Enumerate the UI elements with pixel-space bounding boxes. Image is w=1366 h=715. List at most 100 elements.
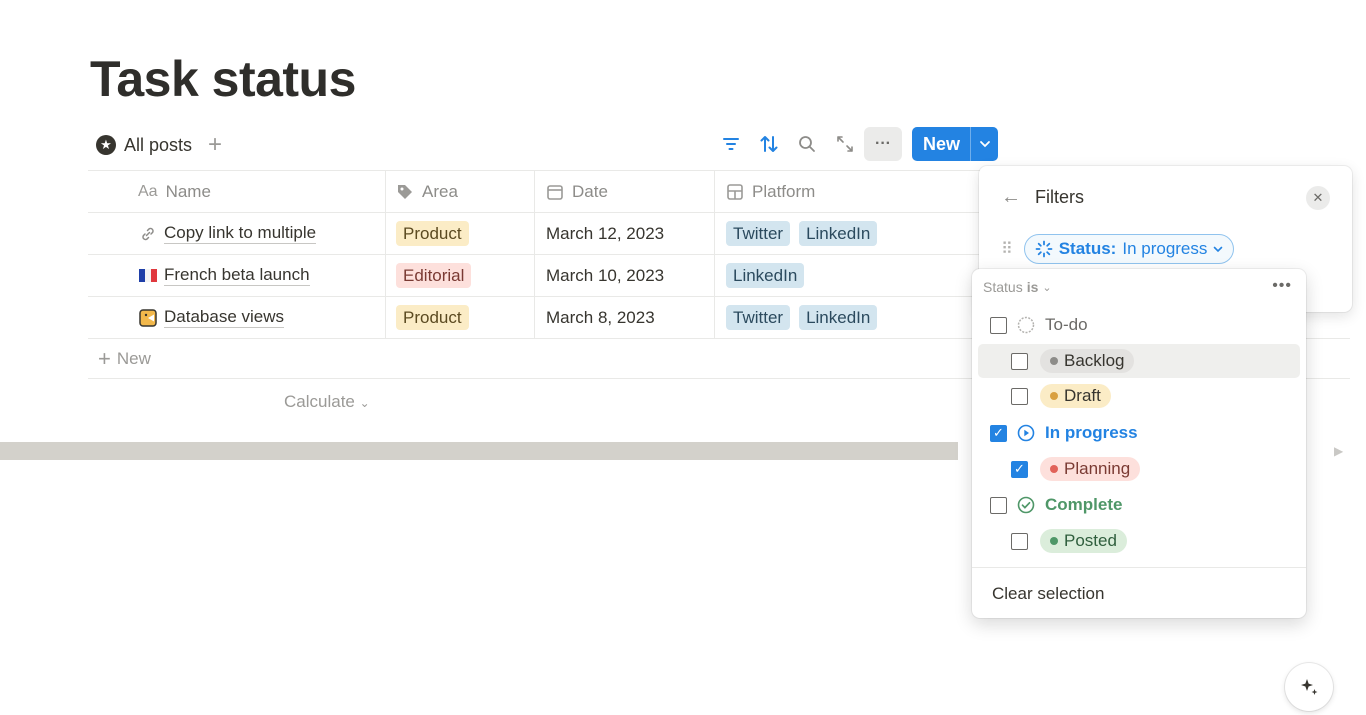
chip-value: In progress — [1122, 239, 1208, 258]
column-header-area[interactable]: Area — [386, 171, 535, 212]
link-icon — [136, 226, 160, 242]
more-options-icon[interactable]: ••• — [1272, 277, 1292, 295]
search-button[interactable] — [788, 127, 826, 161]
area-cell[interactable]: Product — [386, 297, 535, 338]
ai-assistant-button[interactable] — [1285, 663, 1333, 711]
date-value: March 8, 2023 — [546, 307, 655, 327]
pacman-icon — [136, 308, 160, 327]
status-group-in-progress[interactable]: ✓ In progress — [978, 416, 1300, 450]
status-dot — [1050, 537, 1058, 545]
status-filter-chip[interactable]: Status: In progress — [1023, 234, 1235, 264]
row-title[interactable]: French beta launch — [164, 265, 310, 286]
name-cell[interactable]: Database views — [88, 297, 386, 338]
multi-select-icon — [726, 183, 744, 201]
new-button[interactable]: New — [912, 127, 999, 161]
checkbox[interactable] — [1011, 352, 1028, 370]
calculate-label: Calculate — [284, 392, 355, 411]
platform-tag: Twitter — [726, 305, 791, 330]
checkbox[interactable] — [990, 316, 1007, 334]
tag-icon — [396, 183, 414, 201]
name-cell[interactable]: Copy link to multiple — [88, 213, 386, 254]
chevron-down-icon — [1214, 246, 1223, 252]
area-cell[interactable]: Product — [386, 213, 535, 254]
status-dot — [1050, 465, 1058, 473]
search-icon — [799, 136, 815, 152]
filters-header: ← Filters — [1001, 186, 1084, 209]
chevron-down-icon: ⌄ — [1042, 281, 1052, 294]
new-button-label[interactable]: New — [912, 127, 970, 161]
back-arrow-icon[interactable]: ← — [1001, 186, 1021, 209]
horizontal-scrollbar[interactable] — [0, 442, 958, 460]
loading-status-icon — [1035, 240, 1053, 258]
todo-circle-icon — [1017, 316, 1035, 334]
status-tag: Posted — [1040, 529, 1127, 553]
column-header-date[interactable]: Date — [535, 171, 715, 212]
sort-button[interactable] — [750, 127, 788, 161]
tab-label: All posts — [124, 134, 193, 155]
more-icon: ··· — [875, 135, 891, 152]
dropdown-header[interactable]: Status is ⌄ — [983, 279, 1052, 295]
filter-row: ⠿ Status: In progress — [1001, 234, 1235, 264]
calculate-button[interactable]: Calculate ⌄ — [284, 392, 370, 412]
status-tag: Backlog — [1040, 349, 1135, 373]
row-title[interactable]: Copy link to multiple — [164, 223, 317, 244]
date-cell[interactable]: March 10, 2023 — [535, 255, 715, 296]
new-dropdown-button[interactable] — [970, 127, 998, 161]
status-option-draft[interactable]: Draft — [978, 379, 1300, 413]
checkbox[interactable] — [1011, 387, 1028, 405]
chevron-down-icon: ⌄ — [359, 396, 370, 410]
status-tag: Draft — [1040, 384, 1111, 408]
date-cell[interactable]: March 12, 2023 — [535, 213, 715, 254]
add-view-button[interactable]: + — [208, 133, 222, 157]
checkbox-checked[interactable]: ✓ — [1011, 460, 1028, 478]
column-label: Platform — [752, 181, 816, 201]
column-label: Name — [165, 181, 211, 201]
more-options-button[interactable]: ··· — [864, 127, 902, 161]
filter-icon — [723, 138, 739, 150]
platform-tag: LinkedIn — [799, 305, 878, 330]
area-tag: Editorial — [396, 263, 472, 288]
star-icon: ★ — [96, 135, 116, 155]
plus-icon: + — [98, 345, 111, 371]
status-option-planning[interactable]: ✓ Planning — [978, 452, 1300, 486]
text-type-icon: Aa — [138, 182, 158, 200]
status-dot — [1050, 357, 1058, 365]
group-label: To-do — [1045, 315, 1088, 334]
status-group-complete[interactable]: Complete — [978, 488, 1300, 522]
area-tag: Product — [396, 221, 469, 246]
status-group-todo[interactable]: To-do — [978, 308, 1300, 342]
status-option-posted[interactable]: Posted — [978, 524, 1300, 558]
clear-selection-button[interactable]: Clear selection — [992, 584, 1104, 604]
area-cell[interactable]: Editorial — [386, 255, 535, 296]
page-title: Task status — [90, 51, 356, 107]
option-label: Backlog — [1064, 351, 1125, 370]
new-row-label: New — [116, 348, 151, 368]
france-flag-icon — [136, 269, 160, 282]
group-label: In progress — [1045, 423, 1138, 442]
group-label: Complete — [1045, 495, 1123, 514]
area-tag: Product — [396, 305, 469, 330]
platform-tag: LinkedIn — [799, 221, 878, 246]
status-option-backlog[interactable]: Backlog — [978, 344, 1300, 378]
header-property: Status — [983, 279, 1023, 295]
tab-all-posts[interactable]: ★ All posts — [96, 135, 192, 156]
drag-handle-icon[interactable]: ⠿ — [1001, 239, 1013, 259]
option-label: Draft — [1064, 386, 1101, 405]
checkbox[interactable] — [990, 496, 1007, 514]
checkbox[interactable] — [1011, 532, 1028, 550]
complete-check-icon — [1017, 496, 1035, 514]
scroll-right-arrow-icon[interactable]: ▶ — [1334, 444, 1343, 458]
date-cell[interactable]: March 8, 2023 — [535, 297, 715, 338]
expand-button[interactable] — [826, 127, 864, 161]
close-icon[interactable]: ✕ — [1306, 186, 1330, 210]
in-progress-play-icon — [1017, 424, 1035, 442]
chip-property: Status: — [1058, 239, 1117, 258]
expand-icon — [837, 136, 853, 152]
checkbox-checked[interactable]: ✓ — [990, 424, 1007, 442]
status-dot — [1050, 392, 1058, 400]
column-header-name[interactable]: Aa Name — [88, 171, 386, 212]
status-filter-dropdown: Status is ⌄ ••• To-do Backlog Draft ✓ In… — [972, 269, 1306, 618]
name-cell[interactable]: French beta launch — [88, 255, 386, 296]
row-title[interactable]: Database views — [164, 307, 285, 328]
filter-button[interactable] — [712, 127, 750, 161]
